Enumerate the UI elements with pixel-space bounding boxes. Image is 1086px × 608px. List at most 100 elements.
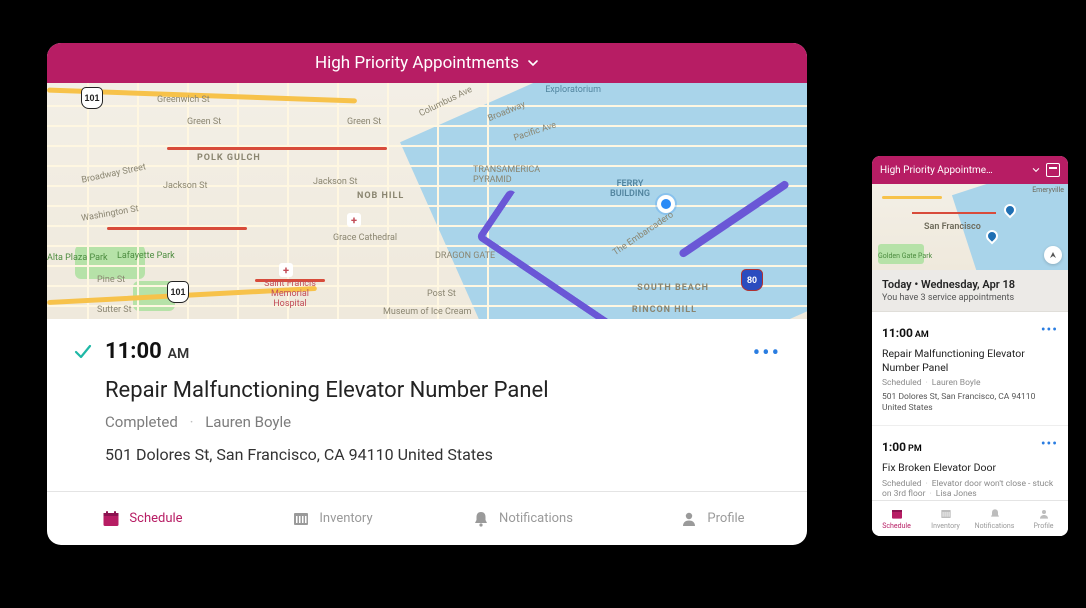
appointment-address: 501 Dolores St, San Francisco, CA 94110 … [882, 392, 1058, 414]
us-101-shield: 101 [81, 87, 103, 109]
appointment-title: Fix Broken Elevator Door [882, 461, 1058, 475]
phone-map-city: San Francisco [924, 222, 981, 232]
hospital-icon-2: + [347, 213, 361, 227]
profile-icon [1037, 507, 1051, 521]
tab-profile[interactable]: Profile [617, 509, 807, 529]
map-label-hospital: Saint Francis Memorial Hospital [255, 279, 325, 282]
inventory-icon [939, 507, 953, 521]
map-label-green-st: Green St [187, 117, 221, 127]
appointment-assignee: Lauren Boyle [932, 378, 981, 388]
appointment-assignee: Lisa Jones [936, 489, 977, 499]
tab-notifications[interactable]: Notifications [970, 501, 1019, 536]
current-location-dot [657, 195, 675, 213]
appointment-time: 1:00 [882, 440, 906, 454]
more-actions-button[interactable]: ••• [753, 341, 781, 366]
map-label-transamerica: TRANSAMERICA PYRAMID [473, 165, 543, 185]
check-icon [73, 342, 93, 362]
tab-label: Schedule [882, 522, 911, 530]
tablet-header[interactable]: High Priority Appointments [47, 43, 807, 83]
phone-appointment-list[interactable]: 11:00AM ••• Repair Malfunctioning Elevat… [872, 312, 1068, 500]
appointment-status: Scheduled [882, 378, 922, 388]
map-label-polk-gulch: POLK GULCH [197, 153, 261, 163]
map-label-lafayette: Lafayette Park [117, 251, 175, 261]
appointment-time: 11:00 [105, 339, 162, 364]
phone-tabbar: Schedule Inventory Notifications Profile [872, 500, 1068, 536]
tab-profile[interactable]: Profile [1019, 501, 1068, 536]
chevron-down-icon [527, 57, 539, 69]
appointment-time: 11:00 [882, 326, 913, 340]
appointment-assignee: Lauren Boyle [205, 413, 291, 431]
appointment-meta: Scheduled·Elevator door won't close - st… [882, 479, 1058, 499]
tablet-map[interactable]: 101 101 80 POLK GULCH NOB HILL SOUTH BEA… [47, 83, 807, 319]
map-label-greenwich-st: Greenwich St [157, 95, 210, 105]
appointment-ampm: AM [168, 346, 190, 362]
today-date: Today • Wednesday, Apr 18 [882, 278, 1058, 291]
appointment-card[interactable]: 11:00 AM ••• Repair Malfunctioning Eleva… [47, 319, 807, 491]
appointment-ampm: AM [915, 330, 929, 340]
tab-inventory[interactable]: Inventory [237, 509, 427, 529]
phone-device: High Priority Appointme… San Francisco G… [872, 156, 1068, 536]
phone-map-park: Golden Gate Park [878, 252, 932, 260]
tab-schedule[interactable]: Schedule [47, 509, 237, 529]
map-label-ferry: FERRY BUILDING [605, 179, 655, 199]
map-label-post-st: Post St [427, 289, 456, 299]
appointment-title: Repair Malfunctioning Elevator Number Pa… [105, 378, 781, 403]
bell-icon [988, 507, 1002, 521]
us-101-shield-2: 101 [167, 281, 189, 303]
tablet-device: High Priority Appointments 101 101 80 PO… [47, 43, 807, 545]
phone-appointment-card[interactable]: 11:00AM ••• Repair Malfunctioning Elevat… [872, 312, 1068, 426]
inventory-icon [291, 509, 311, 529]
tab-label: Profile [1033, 522, 1053, 530]
calendar-icon [890, 507, 904, 521]
map-label-jackson-st-2: Jackson St [313, 177, 357, 187]
tablet-tabbar: Schedule Inventory Notifications Profile [47, 491, 807, 545]
map-label-nob-hill: NOB HILL [357, 191, 404, 201]
tab-label: Profile [707, 511, 744, 526]
appointment-ampm: PM [908, 444, 922, 454]
tab-label: Notifications [499, 511, 573, 526]
phone-map[interactable]: San Francisco Golden Gate Park Emeryvill… [872, 184, 1068, 270]
tab-label: Notifications [975, 522, 1015, 530]
calendar-icon [101, 509, 121, 529]
phone-header-title: High Priority Appointme… [880, 165, 1026, 176]
map-label-exploratorium: Exploratorium [545, 85, 601, 95]
appointment-status: Completed [105, 413, 178, 431]
profile-icon [679, 509, 699, 529]
header-title: High Priority Appointments [315, 53, 519, 73]
today-banner: Today • Wednesday, Apr 18 You have 3 ser… [872, 270, 1068, 312]
map-label-rincon-hill: RINCON HILL [632, 305, 697, 315]
i-80-shield: 80 [741, 269, 763, 291]
today-count: You have 3 service appointments [882, 293, 1058, 303]
tab-schedule[interactable]: Schedule [872, 501, 921, 536]
bell-icon [471, 509, 491, 529]
map-label-museum: Museum of Ice Cream [383, 307, 471, 317]
map-label-south-beach: SOUTH BEACH [637, 283, 709, 293]
appointment-status: Scheduled [882, 479, 922, 489]
map-label-pine-st: Pine St [97, 275, 125, 285]
tab-label: Schedule [129, 511, 182, 526]
appointment-meta: Scheduled·Lauren Boyle [882, 378, 1058, 388]
phone-header[interactable]: High Priority Appointme… [872, 156, 1068, 184]
map-label-dragon-gate: DRAGON GATE [435, 251, 495, 261]
more-actions-button[interactable]: ••• [1041, 322, 1058, 338]
map-label-green-st-2: Green St [347, 117, 381, 127]
map-label-grace: Grace Cathedral [333, 233, 397, 243]
chevron-down-icon [1032, 166, 1040, 174]
appointment-address: 501 Dolores St, San Francisco, CA 94110 … [105, 445, 781, 464]
map-label-washington-st: Washington St [81, 204, 140, 224]
map-label-jackson-st: Jackson St [163, 181, 207, 191]
appointment-meta: Completed · Lauren Boyle [105, 413, 781, 431]
phone-map-east: Emeryville [1032, 186, 1064, 194]
more-actions-button[interactable]: ••• [1041, 436, 1058, 452]
appointment-title: Repair Malfunctioning Elevator Number Pa… [882, 347, 1058, 374]
map-label-sutter-st: Sutter St [97, 305, 132, 315]
compass-button[interactable] [1044, 246, 1062, 264]
calendar-icon[interactable] [1046, 163, 1060, 177]
tab-label: Inventory [931, 522, 960, 530]
tab-label: Inventory [319, 511, 372, 526]
map-label-alta-plaza: Alta Plaza Park [47, 253, 108, 263]
tab-inventory[interactable]: Inventory [921, 501, 970, 536]
hospital-icon: + [279, 263, 293, 277]
tab-notifications[interactable]: Notifications [427, 509, 617, 529]
phone-appointment-card[interactable]: 1:00PM ••• Fix Broken Elevator Door Sche… [872, 426, 1068, 500]
